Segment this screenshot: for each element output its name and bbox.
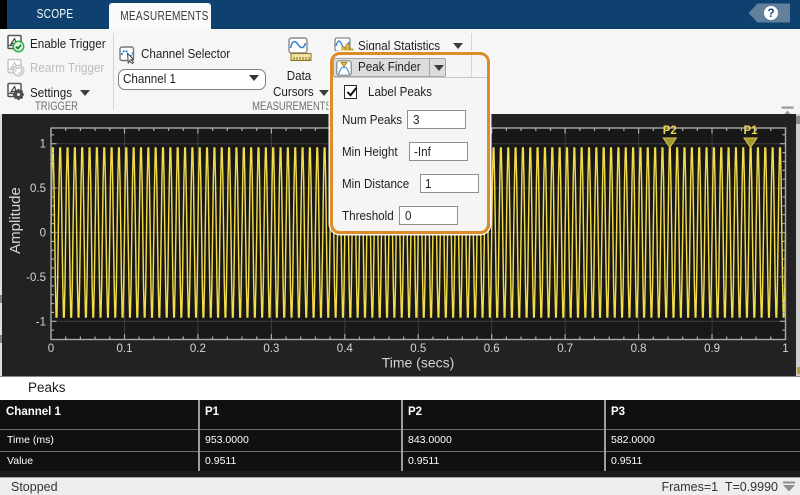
svg-text:0.3: 0.3 <box>263 343 279 355</box>
svg-text:?: ? <box>767 8 774 20</box>
svg-text:0.5: 0.5 <box>30 183 46 195</box>
svg-text:0.4: 0.4 <box>337 343 354 355</box>
svg-text:0: 0 <box>48 343 54 355</box>
svg-text:1: 1 <box>782 343 788 355</box>
svg-text:Amplitude: Amplitude <box>7 187 24 254</box>
svg-text:0.6: 0.6 <box>484 343 500 355</box>
svg-text:0.7: 0.7 <box>557 343 573 355</box>
svg-text:P1: P1 <box>743 125 758 137</box>
svg-text:0.9: 0.9 <box>704 343 720 355</box>
svg-text:P2: P2 <box>663 125 677 137</box>
svg-text:0.2: 0.2 <box>190 343 206 355</box>
svg-text:1: 1 <box>40 139 46 151</box>
svg-text:0: 0 <box>40 228 46 240</box>
svg-text:-1: -1 <box>36 316 46 328</box>
svg-text:0.5: 0.5 <box>410 343 426 355</box>
svg-text:0.8: 0.8 <box>631 343 647 355</box>
svg-text:Time (secs): Time (secs) <box>382 355 455 371</box>
svg-text:-0.5: -0.5 <box>26 272 46 284</box>
svg-text:0.1: 0.1 <box>117 343 133 355</box>
